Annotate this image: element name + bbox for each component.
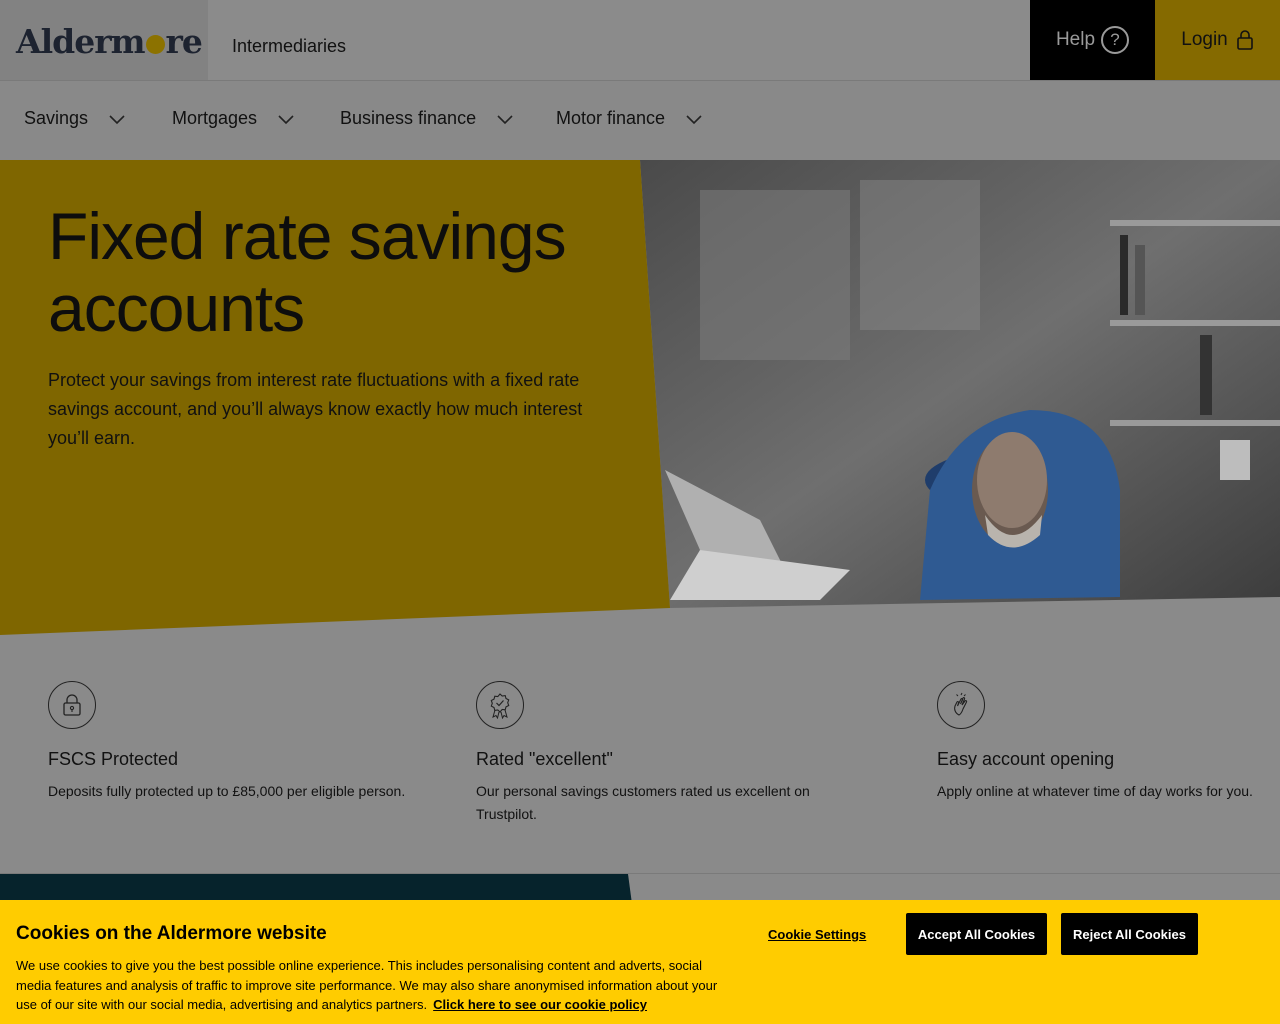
nav-label: Motor finance [556, 108, 666, 128]
main-navigation: Savings Mortgages Business finance Motor… [0, 80, 1280, 160]
chevron-down-icon [497, 114, 513, 124]
hero-section: Fixed rate savings accounts Protect your… [0, 160, 1280, 635]
intermediaries-link[interactable]: Intermediaries [232, 36, 346, 57]
padlock-icon [48, 681, 96, 729]
nav-item-savings[interactable]: Savings [24, 108, 126, 129]
reject-cookies-button[interactable]: Reject All Cookies [1061, 913, 1198, 955]
feature-text: Deposits fully protected up to £85,000 p… [48, 783, 406, 799]
cookie-settings-button[interactable]: Cookie Settings [768, 927, 866, 942]
accept-cookies-button[interactable]: Accept All Cookies [906, 913, 1047, 955]
help-label: Help [1055, 29, 1096, 50]
login-button[interactable]: Login [1155, 0, 1280, 80]
hero-title: Fixed rate savings accounts [48, 199, 567, 345]
nav-item-motor-finance[interactable]: Motor finance [556, 108, 703, 129]
nav-item-mortgages[interactable]: Mortgages [172, 108, 295, 129]
feature-title: Easy account opening [937, 749, 1115, 769]
chevron-down-icon [278, 114, 294, 124]
feature-fscs: FSCS Protected Deposits fully protected … [48, 681, 448, 803]
feature-title: Rated "excellent" [476, 749, 613, 769]
feature-text: Apply online at whatever time of day wor… [937, 783, 1253, 799]
aldermore-logo[interactable]: Alderm re [16, 22, 203, 61]
site-header: Alderm re Intermediaries Help ? Login [0, 0, 1280, 80]
padlock-icon [1236, 30, 1253, 50]
hand-tap-icon [937, 681, 985, 729]
feature-easy-opening: Easy account opening Apply online at wha… [937, 681, 1257, 803]
feature-text: Our personal savings customers rated us … [476, 783, 810, 822]
cookie-banner: Cookies on the Aldermore website We use … [0, 900, 1280, 1024]
login-label: Login [1181, 29, 1228, 50]
logo-container[interactable]: Alderm re [0, 0, 208, 80]
feature-rated: Rated "excellent" Our personal savings c… [476, 681, 816, 826]
cookie-text: We use cookies to give you the best poss… [16, 956, 726, 1015]
help-button[interactable]: Help ? [1030, 0, 1155, 80]
nav-label: Mortgages [172, 108, 258, 128]
features-section: FSCS Protected Deposits fully protected … [0, 635, 1280, 873]
hero-description: Protect your savings from interest rate … [48, 370, 583, 448]
nav-label: Savings [24, 108, 89, 128]
nav-label: Business finance [340, 108, 477, 128]
chevron-down-icon [109, 114, 125, 124]
cookie-title: Cookies on the Aldermore website [16, 923, 327, 944]
nav-item-business-finance[interactable]: Business finance [340, 108, 514, 129]
logo-dot [145, 35, 165, 54]
feature-title: FSCS Protected [48, 749, 179, 769]
award-rosette-icon [476, 681, 524, 729]
question-circle-icon: ? [1101, 26, 1130, 54]
cookie-policy-link[interactable]: Click here to see our cookie policy [433, 997, 647, 1012]
chevron-down-icon [686, 114, 702, 124]
